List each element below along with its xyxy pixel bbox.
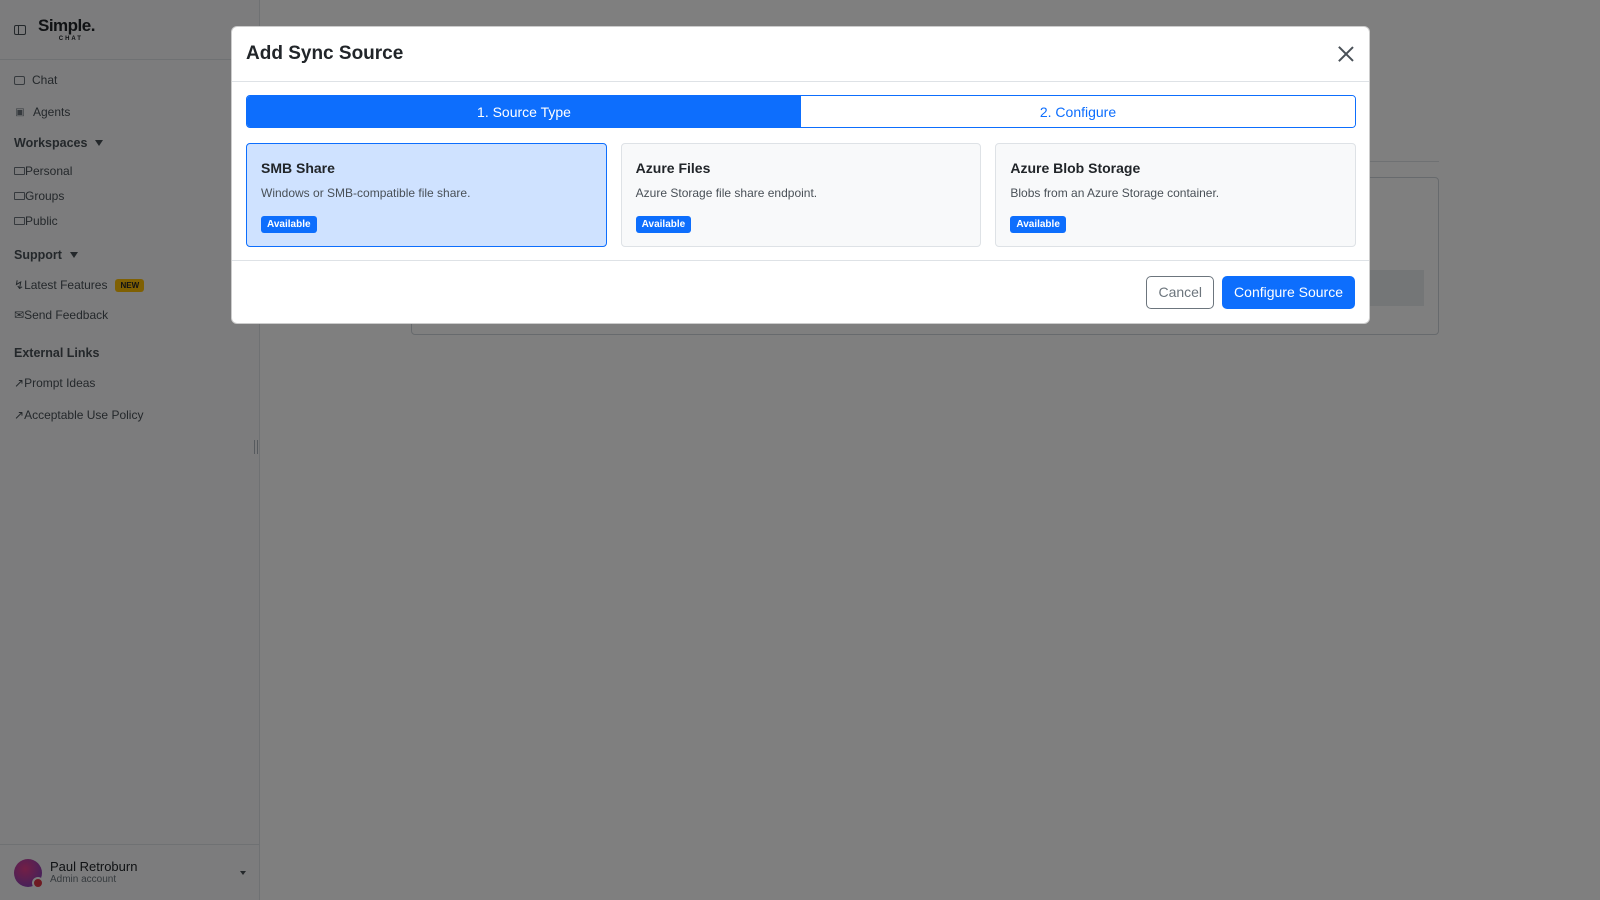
card-description: Blobs from an Azure Storage container. — [1010, 186, 1220, 200]
modal-title: Add Sync Source — [246, 43, 404, 64]
cancel-button[interactable]: Cancel — [1146, 275, 1215, 309]
card-description: Windows or SMB-compatible file share. — [261, 186, 471, 200]
source-type-options: SMB Share Windows or SMB-compatible file… — [246, 143, 1357, 247]
available-badge: Available — [1010, 216, 1066, 233]
add-sync-source-modal: Add Sync Source 1. Source Type 2. Config… — [231, 26, 1370, 324]
close-icon[interactable] — [1335, 43, 1357, 65]
step-source-type[interactable]: 1. Source Type — [247, 96, 801, 127]
modal-header: Add Sync Source — [232, 27, 1369, 82]
card-title: Azure Files — [635, 160, 711, 176]
configure-source-button[interactable]: Configure Source — [1222, 275, 1355, 309]
source-card-azure-blob-storage[interactable]: Azure Blob Storage Blobs from an Azure S… — [995, 143, 1357, 247]
source-card-smb-share[interactable]: SMB Share Windows or SMB-compatible file… — [246, 143, 607, 247]
step-configure[interactable]: 2. Configure — [801, 96, 1355, 127]
modal-footer: Cancel Configure Source — [232, 260, 1369, 323]
card-description: Azure Storage file share endpoint. — [635, 186, 818, 200]
available-badge: Available — [635, 216, 692, 233]
card-title: SMB Share — [261, 160, 335, 176]
wizard-stepper: 1. Source Type 2. Configure — [246, 95, 1356, 128]
available-badge: Available — [261, 216, 317, 233]
card-title: Azure Blob Storage — [1010, 160, 1141, 176]
source-card-azure-files[interactable]: Azure Files Azure Storage file share end… — [620, 143, 982, 247]
